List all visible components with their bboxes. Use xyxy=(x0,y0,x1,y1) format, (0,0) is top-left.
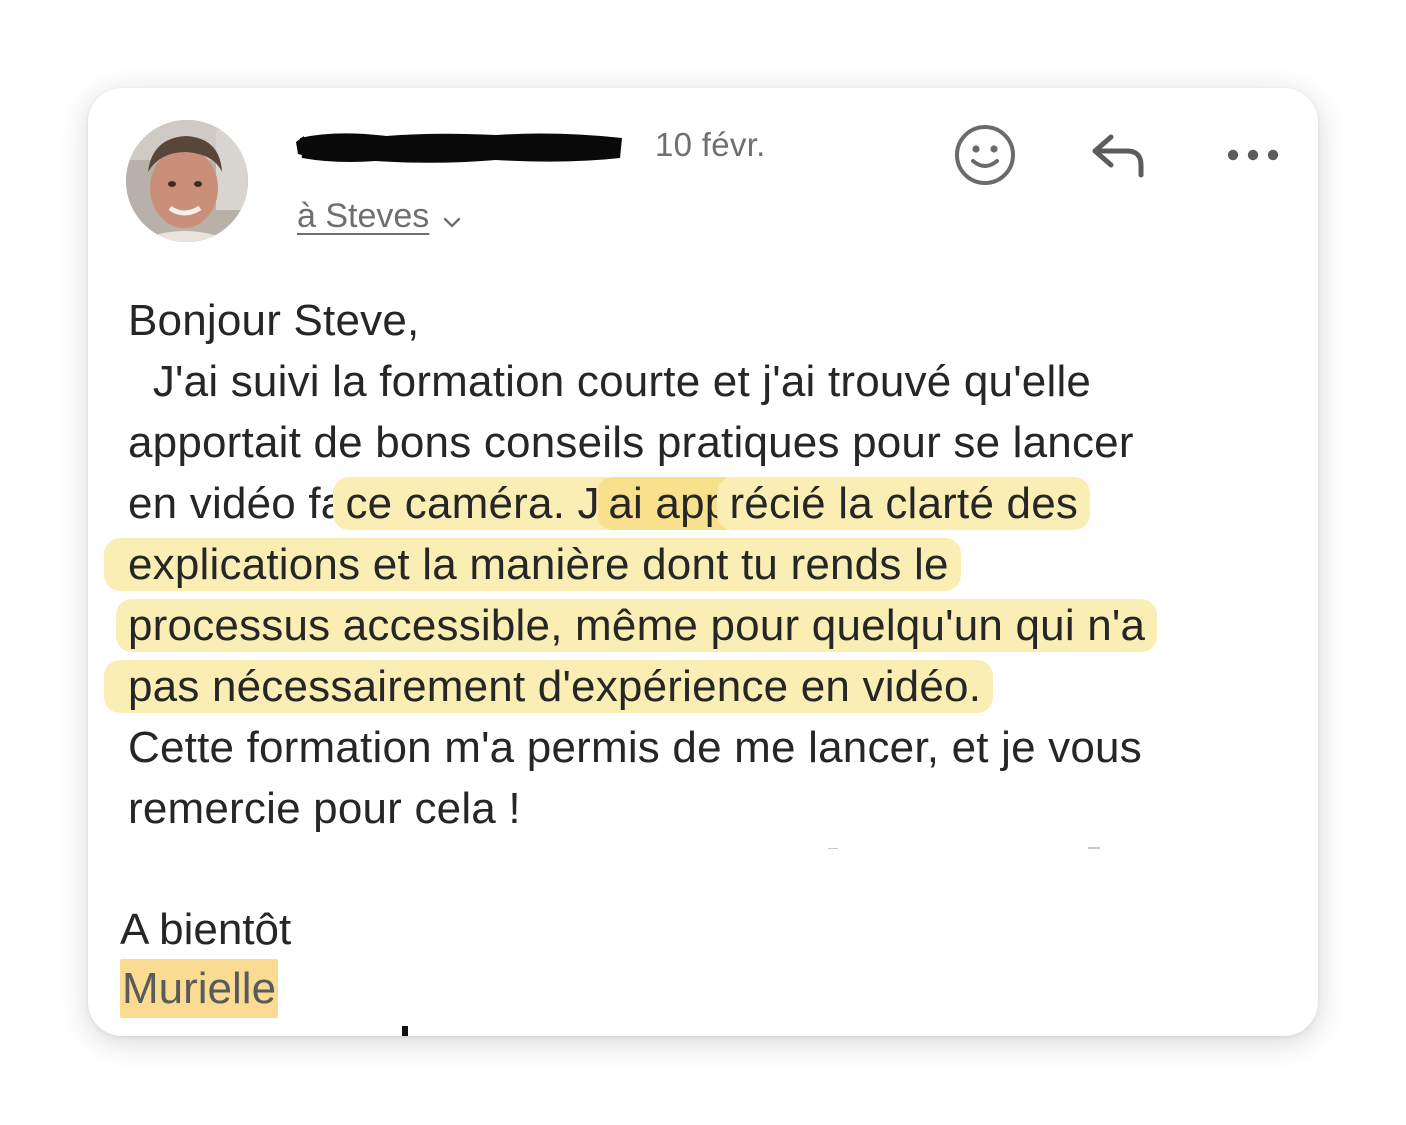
smiley-icon xyxy=(953,123,1017,192)
signature-name: Murielle xyxy=(120,959,279,1018)
message-body: Bonjour Steve, J'ai suivi la formation c… xyxy=(104,290,1308,839)
message-date: 10 févr. xyxy=(655,126,766,163)
body-line: Bonjour Steve, xyxy=(128,296,420,345)
body-line: Cette formation m'a permis de me lancer,… xyxy=(128,723,1142,772)
highlighted-text: pas nécessairement d'expérience en vidéo… xyxy=(104,660,994,713)
cropped-text-fragment xyxy=(128,841,1178,849)
chevron-down-icon xyxy=(443,199,461,238)
reply-button[interactable] xyxy=(1083,122,1153,192)
highlighted-text: processus accessible, même pour quelqu'u… xyxy=(116,599,1158,652)
more-horizontal-icon xyxy=(1225,147,1281,168)
body-line-highlighted: explications et la manière dont tu rends… xyxy=(104,534,1308,595)
add-reaction-button[interactable] xyxy=(950,122,1020,192)
signoff-text: A bientôt xyxy=(120,905,292,954)
cropped-mark xyxy=(402,1026,408,1036)
sender-name-redacted xyxy=(296,128,626,166)
body-line: remercie pour cela ! xyxy=(128,784,521,833)
recipient-label: à Steves xyxy=(297,197,430,235)
body-line-highlighted: pas nécessairement d'expérience en vidéo… xyxy=(104,656,1308,717)
more-options-button[interactable] xyxy=(1218,122,1288,192)
recipient-dropdown[interactable]: à Steves xyxy=(297,195,461,238)
body-line: J'ai suivi la formation courte et j'ai t… xyxy=(128,357,1092,406)
highlighted-text: récié la clarté des xyxy=(717,477,1091,530)
body-line: apportait de bons conseils pratiques pou… xyxy=(128,418,1134,467)
email-message-card: 10 févr. à Steves Bonjour Steve, J'ai su… xyxy=(88,88,1318,1036)
sender-avatar[interactable] xyxy=(126,120,248,242)
highlighted-text: explications et la manière dont tu rends… xyxy=(104,538,961,591)
body-line-highlighted: en vidéo face caméra. J'ai apprécié la c… xyxy=(128,473,1308,534)
reply-icon xyxy=(1087,129,1149,186)
body-line-highlighted: processus accessible, même pour quelqu'u… xyxy=(116,595,1308,656)
highlighted-text: ce caméra. J' xyxy=(333,477,621,530)
signoff-block: A bientôt Murielle xyxy=(120,900,291,1018)
